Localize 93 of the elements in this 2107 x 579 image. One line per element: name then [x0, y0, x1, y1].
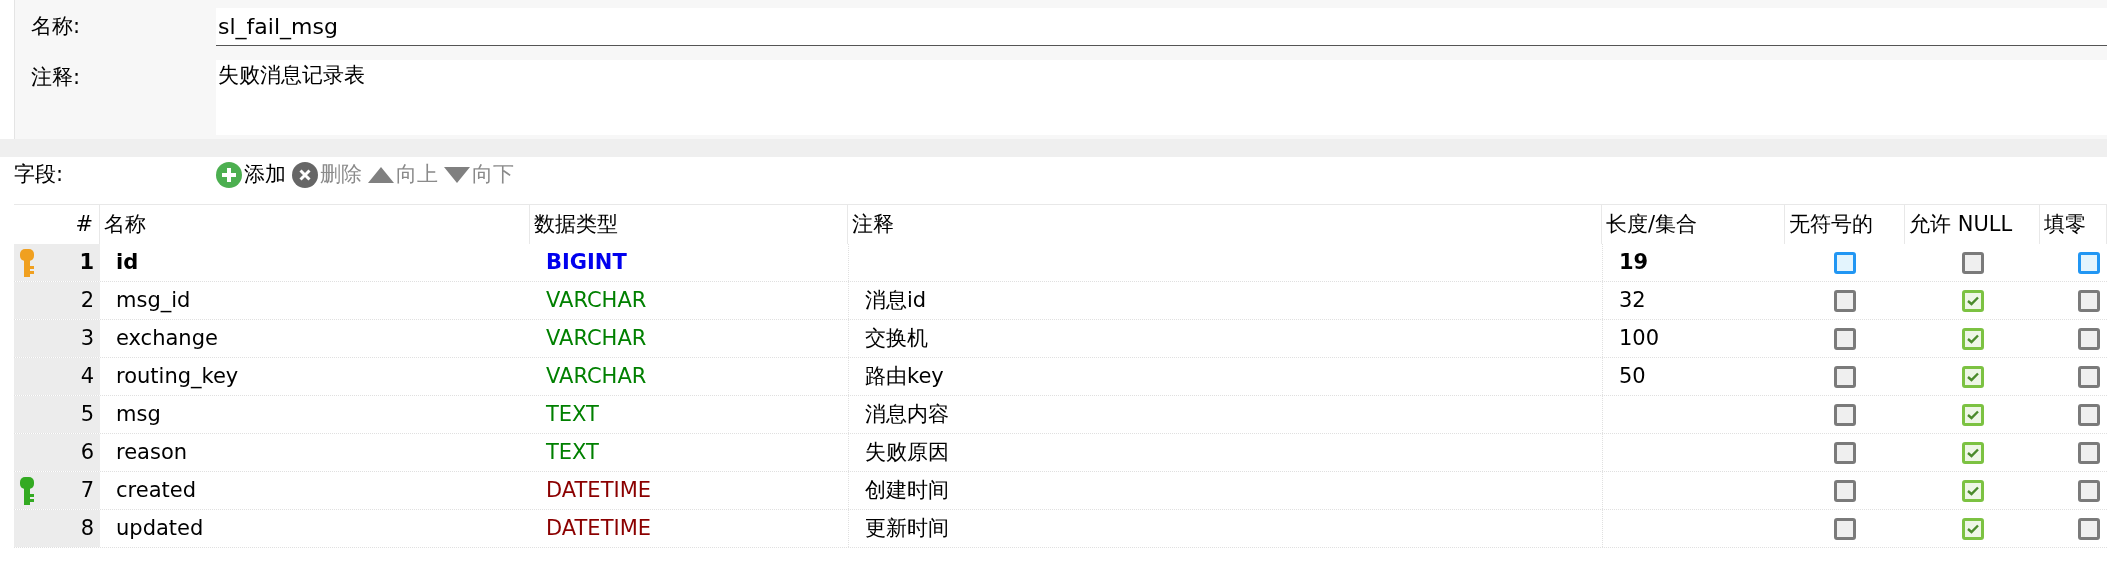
- table-cell-text: DATETIME: [545, 476, 653, 504]
- unsigned-checkbox[interactable]: [1834, 327, 1856, 350]
- unsigned-checkbox[interactable]: [1834, 441, 1856, 464]
- column-header[interactable]: 填零: [2040, 205, 2107, 244]
- unsigned-checkbox[interactable]: [1834, 517, 1856, 540]
- allow-null-checkbox[interactable]: [1961, 403, 1984, 426]
- table-cell-text: TEXT: [545, 400, 600, 428]
- plus-icon: [216, 162, 242, 188]
- row-header[interactable]: 8: [14, 510, 100, 547]
- zerofill-checkbox[interactable]: [2078, 441, 2100, 464]
- allow-null-checkbox[interactable]: [1961, 479, 1984, 502]
- table-cell-text: 失败原因: [865, 438, 949, 466]
- table-cell-text: routing_key: [115, 362, 240, 391]
- allow-null-checkbox[interactable]: [1961, 441, 1984, 464]
- table-cell-text: reason: [115, 438, 189, 466]
- allow-null-checkbox[interactable]: [1961, 251, 1984, 274]
- down-triangle-icon: [444, 167, 470, 183]
- checkmark-icon: [1966, 523, 1979, 534]
- zerofill-checkbox[interactable]: [2078, 479, 2100, 502]
- table-cell-text: DATETIME: [545, 514, 653, 542]
- table-cell-text: id: [115, 248, 140, 276]
- up-triangle-icon: [368, 167, 394, 183]
- row-header[interactable]: 7: [14, 472, 100, 509]
- key-icon: [20, 476, 34, 505]
- column-header[interactable]: 无符号的: [1785, 205, 1905, 244]
- name-field[interactable]: sl_fail_msg: [216, 8, 2107, 46]
- allow-null-checkbox[interactable]: [1961, 289, 1984, 312]
- unsigned-checkbox[interactable]: [1834, 403, 1856, 426]
- column-header[interactable]: 数据类型: [530, 205, 848, 244]
- checkmark-icon: [1966, 371, 1979, 382]
- zerofill-checkbox[interactable]: [2078, 403, 2100, 426]
- checkmark-icon: [1966, 409, 1979, 420]
- table-cell-text: 消息内容: [865, 400, 949, 428]
- table-cell-text: 19: [1619, 248, 1649, 276]
- table-cell-text: 交换机: [865, 324, 928, 352]
- zerofill-checkbox[interactable]: [2078, 251, 2100, 274]
- row-number: 3: [80, 324, 94, 352]
- close-icon: [292, 162, 318, 188]
- allow-null-checkbox[interactable]: [1961, 517, 1984, 540]
- row-number: 6: [80, 438, 94, 466]
- row-header[interactable]: 3: [14, 320, 100, 357]
- unsigned-checkbox[interactable]: [1834, 289, 1856, 312]
- column-header[interactable]: 注释: [848, 205, 1602, 244]
- fields-label: 字段:: [14, 161, 65, 189]
- unsigned-checkbox[interactable]: [1834, 251, 1856, 274]
- row-header[interactable]: 5: [14, 396, 100, 433]
- row-header[interactable]: 2: [14, 282, 100, 319]
- unsigned-checkbox[interactable]: [1834, 365, 1856, 388]
- checkmark-icon: [1966, 295, 1979, 306]
- name-label: 名称:: [30, 13, 82, 41]
- column-header[interactable]: 名称: [100, 205, 530, 244]
- zerofill-checkbox[interactable]: [2078, 517, 2100, 540]
- table-cell-text: VARCHAR: [545, 286, 648, 314]
- allow-null-checkbox[interactable]: [1961, 365, 1984, 388]
- zerofill-checkbox[interactable]: [2078, 289, 2100, 312]
- toolbar-button[interactable]: 添加: [215, 159, 287, 191]
- column-header[interactable]: 允许 NULL: [1905, 205, 2040, 244]
- row-number: 5: [80, 400, 94, 428]
- table-cell-text: 50: [1619, 362, 1646, 390]
- table-cell-text: msg_id: [115, 286, 192, 315]
- comment-field[interactable]: 失败消息记录表: [216, 60, 2107, 135]
- row-number: 4: [80, 362, 94, 390]
- column-header[interactable]: 长度/集合: [1602, 205, 1785, 244]
- zerofill-checkbox[interactable]: [2078, 327, 2100, 350]
- row-header[interactable]: 1: [14, 244, 100, 281]
- row-number: 7: [80, 476, 94, 504]
- unsigned-checkbox[interactable]: [1834, 479, 1856, 502]
- row-header[interactable]: 4: [14, 358, 100, 395]
- table-cell-text: 100: [1619, 324, 1660, 352]
- checkmark-icon: [1966, 447, 1979, 458]
- table-cell-text: BIGINT: [545, 248, 628, 276]
- table-cell-text: updated: [115, 514, 205, 542]
- table-cell-text: msg: [115, 400, 162, 428]
- table-cell-text: VARCHAR: [545, 362, 648, 390]
- row-number: 1: [79, 248, 94, 276]
- table-cell-text: VARCHAR: [545, 324, 648, 352]
- table-cell-text: 路由key: [865, 362, 944, 390]
- allow-null-checkbox[interactable]: [1961, 327, 1984, 350]
- table-cell-text: 创建时间: [865, 476, 949, 504]
- comment-label: 注释:: [30, 64, 82, 91]
- checkmark-icon: [1966, 485, 1979, 496]
- row-header[interactable]: 6: [14, 434, 100, 471]
- table-cell-text: 32: [1619, 286, 1646, 314]
- table-cell-text: 消息id: [865, 286, 927, 314]
- table-cell-text: TEXT: [545, 438, 600, 466]
- row-number: 2: [80, 286, 94, 314]
- key-icon: [20, 248, 34, 277]
- table-cell-text: 更新时间: [865, 514, 949, 542]
- table-cell-text: created: [115, 476, 197, 504]
- table-cell-text: exchange: [115, 324, 219, 352]
- row-number: 8: [80, 514, 94, 542]
- zerofill-checkbox[interactable]: [2078, 365, 2100, 388]
- checkmark-icon: [1966, 333, 1979, 344]
